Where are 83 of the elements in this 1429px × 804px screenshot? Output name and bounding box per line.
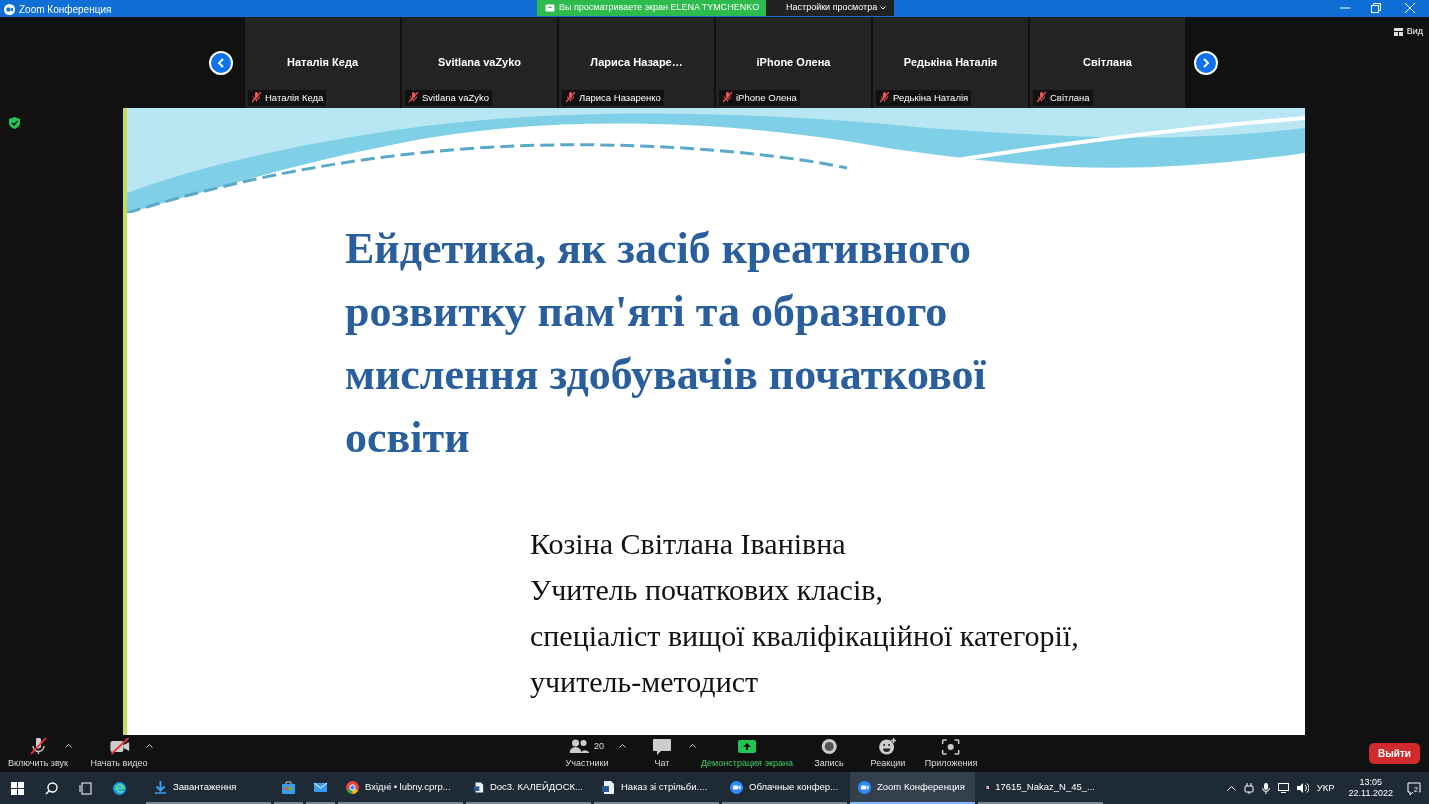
toolbar-button[interactable]: 20 Участники (565, 738, 609, 771)
toolbar-button[interactable]: Чат (652, 738, 672, 771)
document-icon (602, 780, 615, 794)
toolbar-button[interactable]: Реакции (870, 738, 906, 771)
view-button[interactable]: Вид (1393, 25, 1423, 39)
clock-time[interactable]: 13:05 (1359, 777, 1383, 788)
author-line: Козіна Світлана Іванівна (530, 526, 847, 562)
participant-name: Наталія Кеда (286, 55, 360, 70)
chat-icon (652, 738, 672, 755)
taskbar-app[interactable]: Наказ зі стрільби.... (594, 772, 719, 804)
previous-page-button[interactable] (209, 51, 233, 75)
chevron-right-icon (1202, 58, 1210, 68)
participant-label: Лариса Назаренко (579, 90, 661, 105)
caret-up-icon[interactable] (689, 744, 696, 748)
participant-label: iPhone Олена (736, 90, 797, 105)
participant-label: Svitlana vaZyko (422, 90, 490, 105)
slide-title-line: розвитку пам'яті та образного (345, 286, 949, 338)
toolbar-button[interactable]: Начать видео (90, 738, 148, 771)
slide-title-line: мислення здобувачів початкової (345, 349, 987, 401)
caret-up-icon[interactable] (146, 744, 153, 748)
participant-name: Редькіна Наталія (902, 55, 999, 70)
toolbar-button[interactable]: Демонстрация экрана (701, 738, 793, 771)
edge-browser-icon[interactable] (112, 781, 126, 795)
participant-name: iPhone Олена (755, 55, 832, 70)
participant-label: Світлана (1050, 90, 1090, 105)
taskbar-app[interactable]: Zoom Конференция (850, 772, 975, 804)
toolbar-button[interactable]: Включить звук (8, 738, 68, 771)
banner-text: Вы просматриваете экран ELENA TYMCHENKO (559, 1, 760, 15)
windows-start-icon[interactable] (10, 781, 24, 795)
participants-icon (570, 738, 590, 755)
reactions-icon (878, 738, 898, 755)
search-icon[interactable] (44, 781, 58, 795)
next-page-button[interactable] (1194, 51, 1218, 75)
caret-up-icon[interactable] (619, 744, 626, 748)
shield-icon (9, 117, 20, 129)
apps-icon (941, 738, 961, 755)
participant-label: Наталія Кеда (265, 90, 324, 105)
taskbar-app[interactable]: Облачные конфер... (722, 772, 847, 804)
participant-name: Лариса Назаре… (589, 55, 684, 70)
window-title: Zoom Конференция (19, 3, 112, 17)
taskbar-app[interactable]: 17615_Nakaz_N_45_... (978, 772, 1103, 804)
close-icon[interactable] (1405, 3, 1415, 13)
share-icon (737, 738, 757, 755)
chevron-up-icon[interactable] (1226, 785, 1236, 791)
record-icon (819, 738, 839, 755)
screen-share-icon (545, 4, 555, 12)
slide-title-line: освіти (345, 412, 471, 464)
store-bag-icon (282, 780, 295, 794)
view-settings-button[interactable]: Настройки просмотра (766, 0, 895, 16)
video-icon (109, 738, 129, 755)
participant-count: 20 (594, 739, 604, 753)
participant-name: Світлана (1082, 55, 1133, 70)
author-line: спеціаліст вищої кваліфікаційної категорії, (530, 618, 1080, 654)
participant-name: Svitlana vaZyko (436, 55, 523, 70)
toolbar-button[interactable]: Приложения (924, 738, 978, 771)
toolbar-button[interactable]: Запись (814, 738, 844, 771)
clock-date[interactable]: 22.11.2022 (1348, 788, 1393, 799)
taskbar-app[interactable]: Вхідні • lubny.cprp... (338, 772, 463, 804)
author-line: Учитель початкових класів, (530, 572, 884, 608)
restore-icon[interactable] (1371, 3, 1381, 13)
slide-title-line: Ейдетика, як засіб креативного (345, 223, 972, 275)
participant-label: Редькіна Наталія (893, 90, 969, 105)
language-indicator[interactable]: УКР (1316, 780, 1335, 796)
task-view-icon[interactable] (78, 781, 92, 795)
author-line: учитель-методист (530, 664, 760, 700)
chevron-down-icon (880, 6, 887, 10)
microphone-icon[interactable] (1261, 782, 1270, 794)
taskbar-app[interactable]: Завантаження (146, 772, 271, 804)
zoom-camera-icon (730, 780, 743, 794)
chevron-left-icon (217, 58, 225, 68)
taskbar-app[interactable]: Doc3. КАЛЕЙДОСК... (466, 772, 591, 804)
mail-envelope-icon (314, 780, 327, 794)
power-plug-icon[interactable] (1243, 782, 1254, 794)
leave-button[interactable]: Выйти (1369, 743, 1420, 764)
download-arrow-icon (154, 780, 167, 794)
notification-icon[interactable] (1407, 781, 1421, 795)
chrome-browser-icon (346, 780, 359, 794)
audio-icon (28, 738, 48, 755)
grid-icon (1393, 27, 1403, 36)
caret-up-icon[interactable] (65, 744, 72, 748)
zoom-camera-icon (858, 780, 871, 794)
document-icon (474, 780, 484, 794)
speaker-icon[interactable] (1296, 783, 1309, 793)
